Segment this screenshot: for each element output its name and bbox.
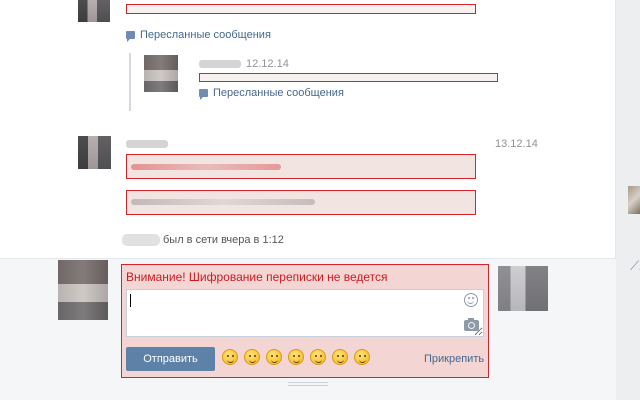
typing-avatar-blur bbox=[122, 234, 160, 246]
redacted-text bbox=[131, 164, 281, 170]
forwarded-author-name[interactable] bbox=[199, 60, 241, 68]
last-seen-status: был в сети вчера в 1:12 bbox=[163, 234, 284, 246]
attachment-clip-icon[interactable]: ⟋⟋ bbox=[630, 258, 640, 276]
smile-emoji-icon[interactable] bbox=[288, 349, 304, 365]
message-date: 13.12.14 bbox=[495, 138, 538, 150]
forwarded-label-nested: Пересланные сообщения bbox=[213, 87, 344, 99]
laughing-emoji-icon[interactable] bbox=[222, 349, 238, 365]
forward-icon bbox=[199, 89, 208, 100]
emoji-quick-row bbox=[222, 349, 370, 365]
forwarded-date: 12.12.14 bbox=[246, 58, 289, 70]
forwarded-messages-link-nested[interactable]: Пересланные сообщения bbox=[199, 87, 344, 100]
emoji-picker-icon[interactable] bbox=[464, 293, 478, 307]
forwarded-label: Пересланные сообщения bbox=[140, 29, 271, 41]
avatar[interactable] bbox=[78, 0, 110, 22]
wink-tongue-emoji-icon[interactable] bbox=[266, 349, 282, 365]
forward-icon bbox=[126, 31, 135, 42]
dialog-window: ⟋⟋ Пересланные сообщения 12.12.14 Пересл… bbox=[0, 0, 640, 400]
attach-link[interactable]: Прикрепить bbox=[424, 353, 484, 365]
resize-grip[interactable] bbox=[288, 382, 328, 386]
my-avatar[interactable] bbox=[58, 260, 108, 320]
sidebar-thumbnail[interactable] bbox=[628, 186, 640, 214]
sender-avatar[interactable] bbox=[78, 136, 111, 169]
message-history[interactable] bbox=[0, 0, 616, 258]
redacted-message-line bbox=[126, 4, 476, 14]
peer-avatar[interactable] bbox=[498, 266, 548, 311]
forwarded-messages-link[interactable]: Пересланные сообщения bbox=[126, 29, 271, 42]
forwarded-avatar[interactable] bbox=[144, 55, 178, 92]
kiss-emoji-icon[interactable] bbox=[244, 349, 260, 365]
blush-emoji-icon[interactable] bbox=[332, 349, 348, 365]
encryption-warning: Внимание! Шифрование переписки не ведетс… bbox=[126, 270, 388, 284]
sender-name[interactable] bbox=[126, 140, 168, 148]
grin-emoji-icon[interactable] bbox=[310, 349, 326, 365]
surprised-emoji-icon[interactable] bbox=[354, 349, 370, 365]
send-button[interactable]: Отправить bbox=[126, 347, 215, 371]
message-input[interactable] bbox=[126, 289, 484, 337]
camera-icon[interactable] bbox=[464, 318, 479, 331]
redacted-forwarded-line bbox=[199, 73, 498, 82]
redacted-link-text bbox=[131, 199, 315, 205]
forwarded-quote-bar bbox=[129, 53, 131, 111]
text-caret bbox=[130, 294, 131, 307]
